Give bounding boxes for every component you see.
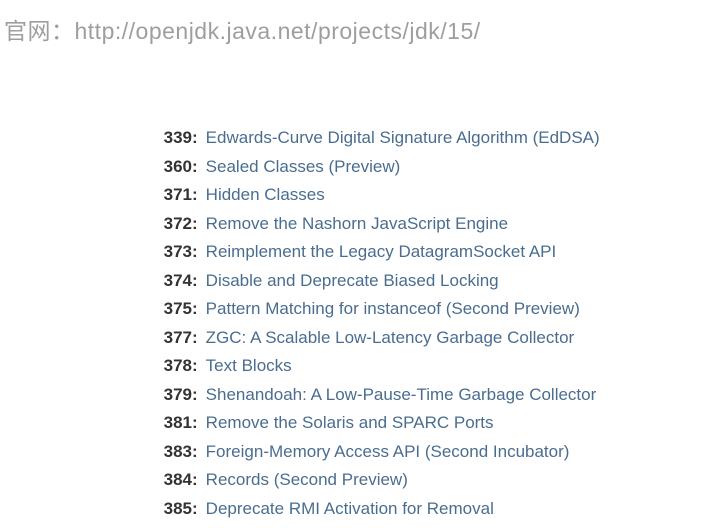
- jep-row: 375: Pattern Matching for instanceof (Sec…: [156, 295, 728, 324]
- jep-list: 339: Edwards-Curve Digital Signature Algo…: [0, 124, 728, 523]
- jep-title-link[interactable]: Remove the Solaris and SPARC Ports: [206, 409, 494, 438]
- jep-row: 385: Deprecate RMI Activation for Removal: [156, 495, 728, 524]
- jep-colon: :: [192, 381, 198, 410]
- jep-row: 379: Shenandoah: A Low-Pause-Time Garbage…: [156, 381, 728, 410]
- jep-title-link[interactable]: Hidden Classes: [206, 181, 325, 210]
- jep-colon: :: [192, 352, 198, 381]
- jep-colon: :: [192, 153, 198, 182]
- header-line: 官网：http://openjdk.java.net/projects/jdk/…: [0, 12, 728, 46]
- jep-row: 377: ZGC: A Scalable Low-Latency Garbage …: [156, 324, 728, 353]
- jep-id: 383: [156, 438, 192, 467]
- jep-id: 373: [156, 238, 192, 267]
- jep-id: 378: [156, 352, 192, 381]
- jep-colon: :: [192, 295, 198, 324]
- jep-colon: :: [192, 210, 198, 239]
- jep-row: 371: Hidden Classes: [156, 181, 728, 210]
- jep-id: 381: [156, 409, 192, 438]
- jep-id: 379: [156, 381, 192, 410]
- jep-title-link[interactable]: Deprecate RMI Activation for Removal: [206, 495, 494, 524]
- jep-row: 381: Remove the Solaris and SPARC Ports: [156, 409, 728, 438]
- jep-id: 385: [156, 495, 192, 524]
- jep-row: 373: Reimplement the Legacy DatagramSocke…: [156, 238, 728, 267]
- jep-id: 371: [156, 181, 192, 210]
- header-label: 官网：: [4, 18, 75, 44]
- jep-title-link[interactable]: Sealed Classes (Preview): [206, 153, 401, 182]
- jep-title-link[interactable]: ZGC: A Scalable Low-Latency Garbage Coll…: [206, 324, 575, 353]
- jep-colon: :: [192, 267, 198, 296]
- jep-colon: :: [192, 324, 198, 353]
- jep-colon: :: [192, 495, 198, 524]
- jep-colon: :: [192, 124, 198, 153]
- jep-colon: :: [192, 438, 198, 467]
- jep-row: 339: Edwards-Curve Digital Signature Algo…: [156, 124, 728, 153]
- jep-title-link[interactable]: Text Blocks: [206, 352, 292, 381]
- jep-colon: :: [192, 466, 198, 495]
- jep-id: 384: [156, 466, 192, 495]
- jep-colon: :: [192, 181, 198, 210]
- jep-row: 378: Text Blocks: [156, 352, 728, 381]
- jep-row: 372: Remove the Nashorn JavaScript Engine: [156, 210, 728, 239]
- jep-colon: :: [192, 409, 198, 438]
- jep-id: 372: [156, 210, 192, 239]
- jep-title-link[interactable]: Remove the Nashorn JavaScript Engine: [206, 210, 508, 239]
- jep-title-link[interactable]: Shenandoah: A Low-Pause-Time Garbage Col…: [206, 381, 597, 410]
- jep-id: 374: [156, 267, 192, 296]
- jep-id: 377: [156, 324, 192, 353]
- jep-row: 374: Disable and Deprecate Biased Locking: [156, 267, 728, 296]
- jep-title-link[interactable]: Records (Second Preview): [206, 466, 408, 495]
- jep-title-link[interactable]: Edwards-Curve Digital Signature Algorith…: [206, 124, 600, 153]
- jep-title-link[interactable]: Disable and Deprecate Biased Locking: [206, 267, 499, 296]
- header-url: http://openjdk.java.net/projects/jdk/15/: [75, 18, 481, 44]
- jep-row: 383: Foreign-Memory Access API (Second In…: [156, 438, 728, 467]
- jep-id: 339: [156, 124, 192, 153]
- jep-id: 360: [156, 153, 192, 182]
- jep-colon: :: [192, 238, 198, 267]
- jep-row: 384: Records (Second Preview): [156, 466, 728, 495]
- jep-id: 375: [156, 295, 192, 324]
- jep-title-link[interactable]: Foreign-Memory Access API (Second Incuba…: [206, 438, 570, 467]
- jep-row: 360: Sealed Classes (Preview): [156, 153, 728, 182]
- jep-title-link[interactable]: Pattern Matching for instanceof (Second …: [206, 295, 580, 324]
- jep-title-link[interactable]: Reimplement the Legacy DatagramSocket AP…: [206, 238, 557, 267]
